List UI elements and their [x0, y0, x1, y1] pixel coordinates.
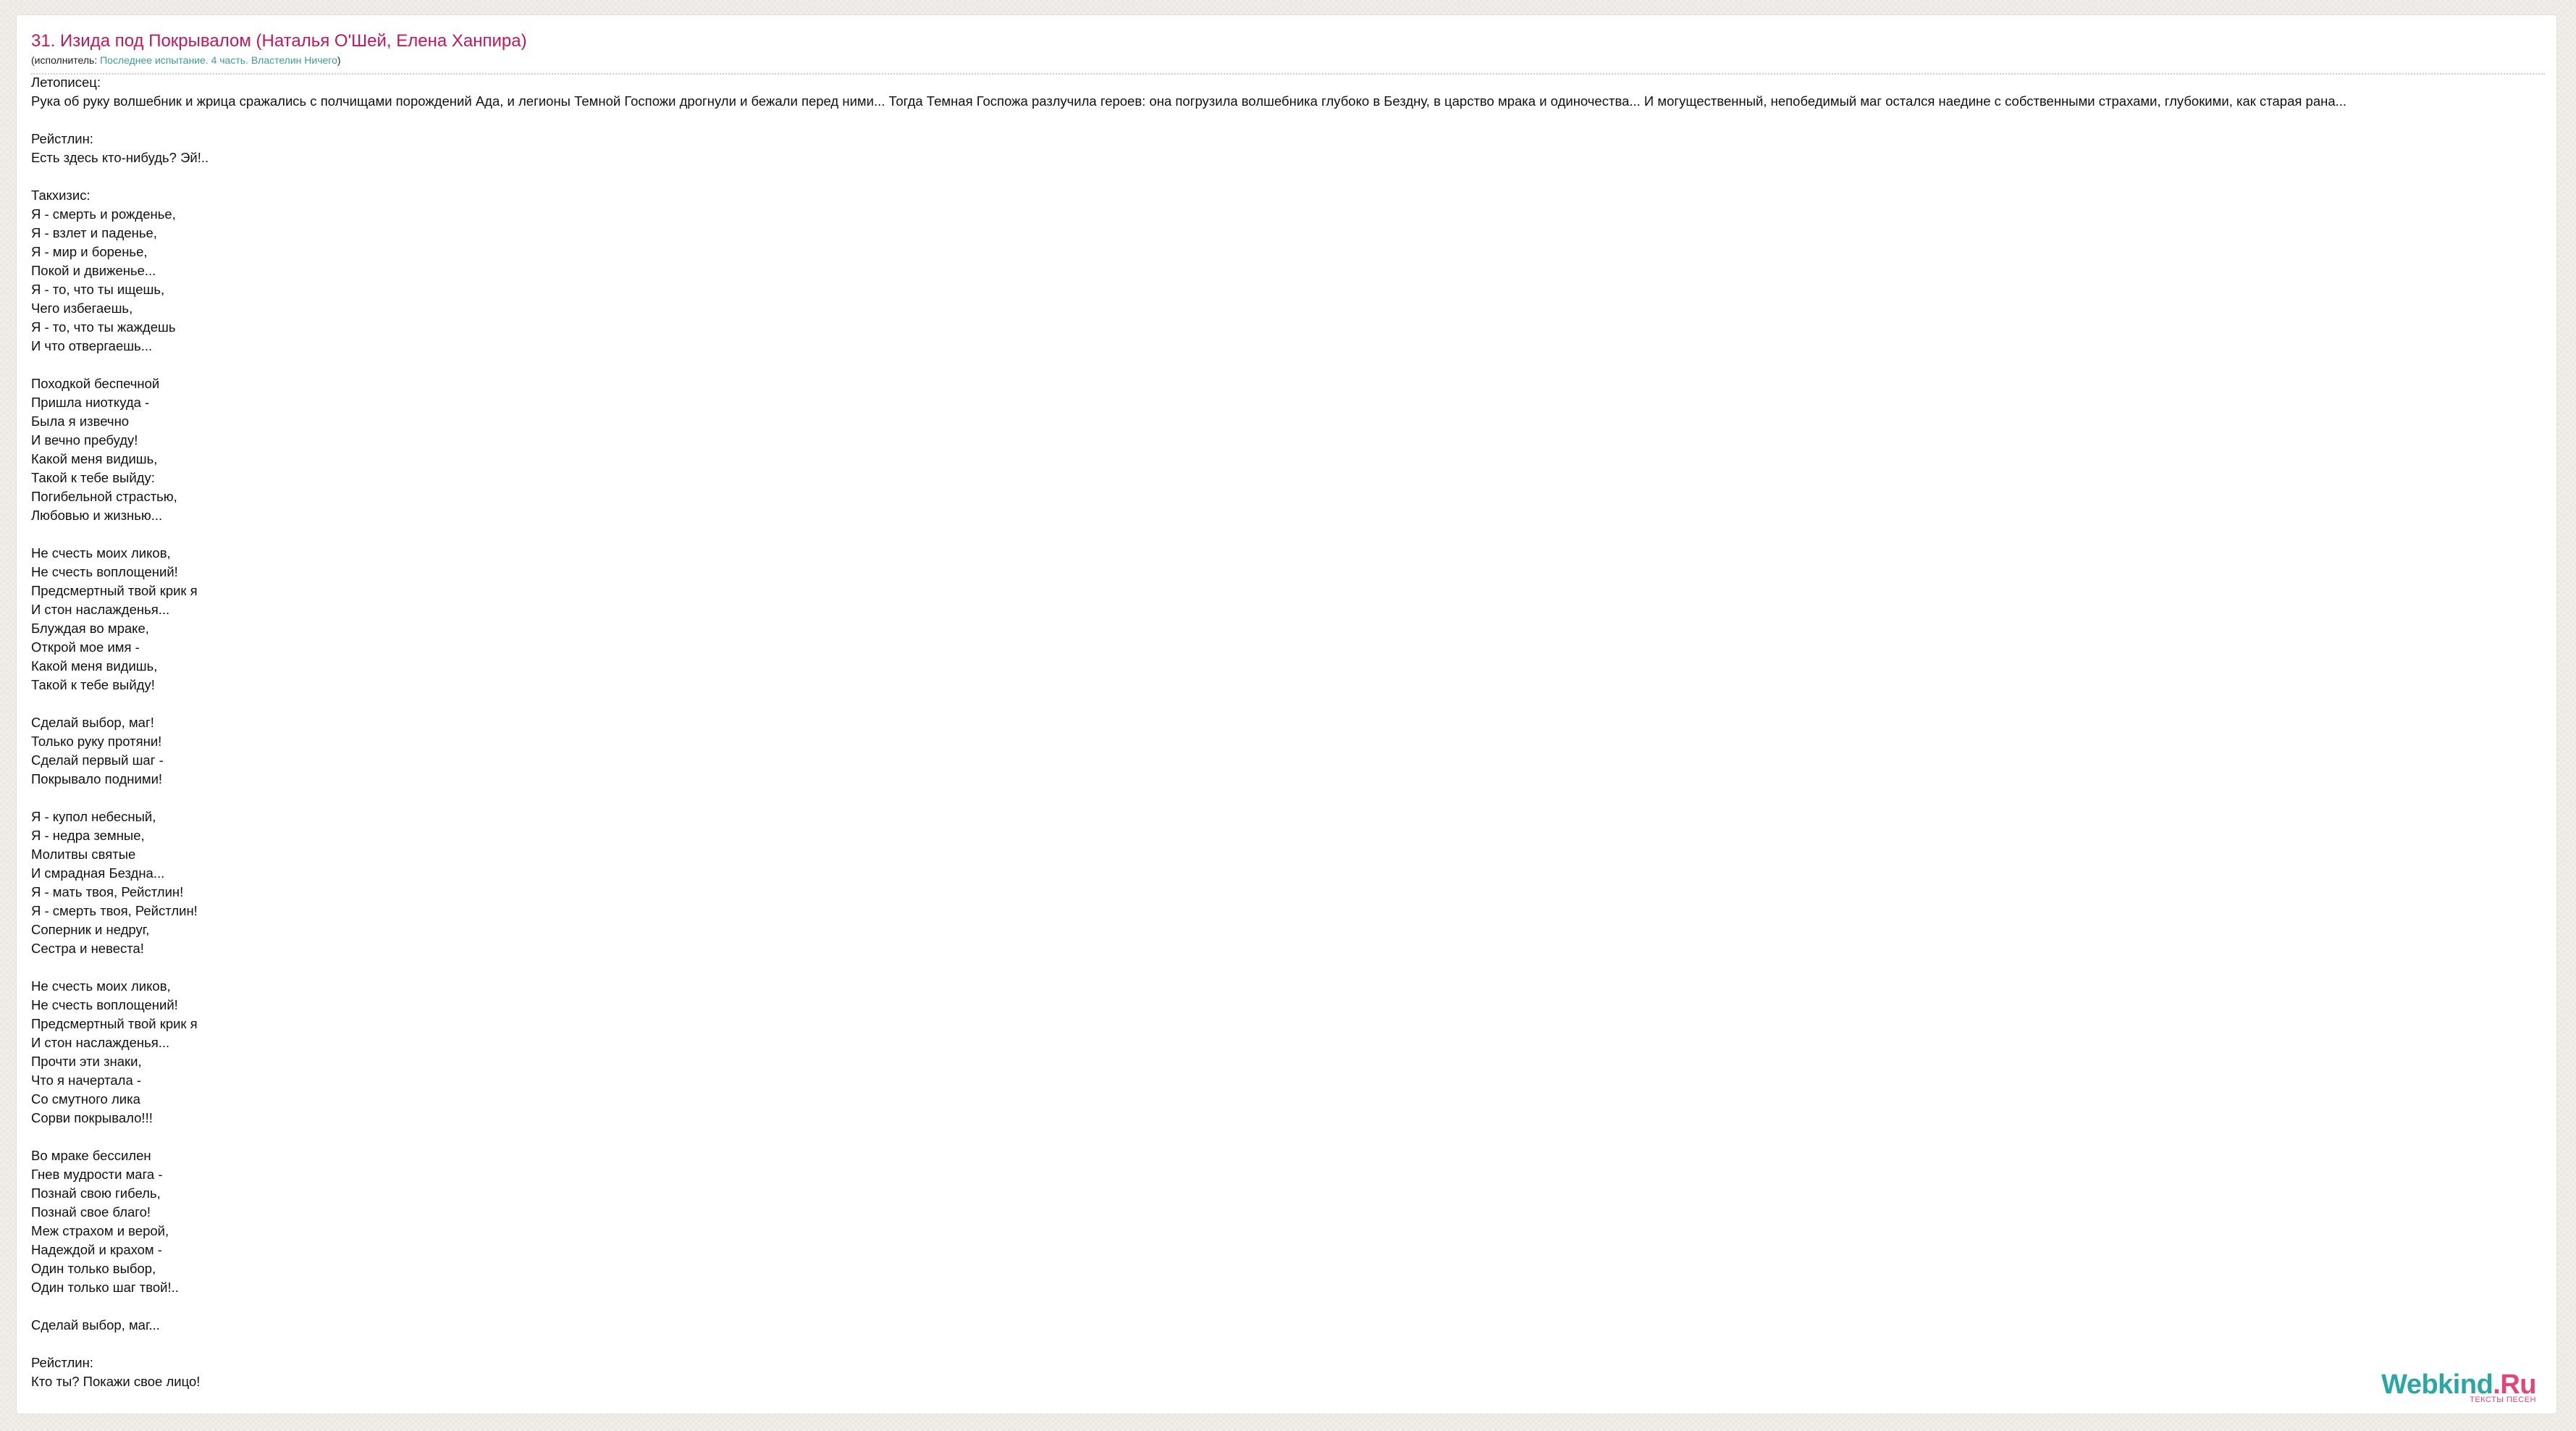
lyrics-line: Пришла ниоткуда - [31, 395, 150, 410]
lyrics-line: Я - смерть твоя, Рейстлин! [31, 903, 198, 918]
lyrics-line: Блуждая во мраке, [31, 621, 149, 636]
lyrics-line: Я - взлет и паденье, [31, 225, 157, 240]
lyrics-line: Один только выбор, [31, 1261, 156, 1276]
lyrics-line: Походкой беспечной [31, 376, 160, 391]
lyrics-line: Соперник и недруг, [31, 922, 150, 937]
logo-wordmark: Webkind.Ru [2381, 1370, 2536, 1399]
lyrics-line: Молитвы святые [31, 847, 136, 862]
lyrics-line: Рейстлин: [31, 1355, 93, 1370]
lyrics-line [31, 356, 2543, 374]
lyrics-line: Погибельной страстью, [31, 489, 177, 504]
performer-link[interactable]: Последнее испытание. 4 часть. Властелин … [100, 54, 337, 66]
lyrics-line: Рейстлин: [31, 131, 93, 146]
lyrics-line: Такой к тебе выйду: [31, 470, 155, 485]
lyrics-line: Такхизис: [31, 188, 91, 203]
lyrics-line: И смрадная Бездна... [31, 865, 165, 881]
performer-suffix: ) [337, 54, 341, 66]
lyrics-line: Во мраке бессилен [31, 1148, 151, 1163]
lyrics-line: Предсмертный твой крик я [31, 583, 198, 598]
lyrics-line: И стон наслажденья... [31, 1035, 170, 1050]
lyrics-line: Сорви покрывало!!! [31, 1110, 153, 1125]
lyrics-line: Я - купол небесный, [31, 809, 156, 824]
lyrics-line: Такой к тебе выйду! [31, 677, 155, 692]
lyrics-line: Сделай первый шаг - [31, 752, 164, 768]
lyrics-line: Я - то, что ты жаждешь [31, 319, 176, 335]
lyrics-line: Надеждой и крахом - [31, 1242, 162, 1257]
lyrics-line: Не счесть воплощений! [31, 564, 178, 579]
lyrics-line: Не счесть моих ликов, [31, 545, 171, 561]
content-card: 31. Изида под Покрывалом (Наталья О'Шей,… [16, 14, 2557, 1414]
lyrics-line: Была я извечно [31, 414, 130, 429]
lyrics-line: Покрывало подними! [31, 771, 163, 786]
song-title: 31. Изида под Покрывалом (Наталья О'Шей,… [31, 31, 527, 51]
lyrics-line: Прочти эти знаки, [31, 1054, 142, 1069]
lyrics-line: Я - недра земные, [31, 828, 145, 843]
lyrics-line: Есть здесь кто-нибудь? Эй!.. [31, 150, 209, 165]
lyrics-line [31, 1128, 2543, 1146]
lyrics-line: Не счесть моих ликов, [31, 978, 171, 994]
lyrics-line: Я - смерть и рожденье, [31, 206, 176, 222]
lyrics-line [31, 789, 2543, 807]
lyrics-line [31, 958, 2543, 977]
song-header: 31. Изида под Покрывалом (Наталья О'Шей,… [31, 30, 2545, 75]
lyrics-line: Меж страхом и верой, [31, 1223, 169, 1238]
lyrics-line: Познай свою гибель, [31, 1185, 161, 1201]
lyrics-line: Сделай выбор, маг! [31, 715, 154, 730]
lyrics-line: Какой меня видишь, [31, 658, 158, 673]
lyrics-text: Летописец: Рука об руку волшебник и жрица… [31, 73, 2543, 1391]
lyrics-line: Кто ты? Покажи свое лицо! [31, 1374, 201, 1389]
performer-line: (исполнитель: Последнее испытание. 4 час… [31, 53, 2545, 67]
lyrics-line [31, 167, 2543, 186]
lyrics-line: Что я начертала - [31, 1073, 142, 1088]
webkind-logo[interactable]: Webkind.Ru ТЕКСТЫ ПЕСЕН [2381, 1370, 2536, 1404]
lyrics-line [31, 694, 2543, 713]
lyrics-line: Я - мать твоя, Рейстлин! [31, 884, 184, 899]
lyrics-line: Рука об руку волшебник и жрица сражались… [31, 93, 2347, 109]
lyrics-line: Чего избегаешь, [31, 301, 133, 316]
lyrics-line: Открой мое имя - [31, 639, 140, 655]
performer-prefix: (исполнитель: [31, 54, 101, 66]
lyrics-line: Сестра и невеста! [31, 941, 144, 956]
lyrics-line: И стон наслажденья... [31, 602, 170, 617]
lyrics-line: Один только шаг твой!.. [31, 1280, 179, 1295]
lyrics-line [31, 525, 2543, 544]
lyrics-line: Летописец: [31, 75, 101, 90]
lyrics-line [31, 111, 2543, 130]
lyrics-line: Гнев мудрости мага - [31, 1167, 163, 1182]
lyrics-line: Познай свое благо! [31, 1204, 151, 1220]
lyrics-line: Со смутного лика [31, 1091, 140, 1107]
lyrics-line: Сделай выбор, маг... [31, 1317, 160, 1333]
lyrics-line [31, 1297, 2543, 1316]
lyrics-line: Я - мир и боренье, [31, 244, 148, 259]
lyrics-line: Я - то, что ты ищешь, [31, 282, 165, 297]
lyrics-line: И вечно пребуду! [31, 432, 138, 448]
lyrics-line: Предсмертный твой крик я [31, 1016, 198, 1031]
lyrics-line: Какой меня видишь, [31, 451, 158, 466]
lyrics-line: Любовью и жизнью... [31, 508, 163, 523]
lyrics-line [31, 1335, 2543, 1354]
lyrics-line: Не счесть воплощений! [31, 997, 178, 1012]
lyrics-line: Только руку протяни! [31, 734, 162, 749]
lyrics-line: И что отвергаешь... [31, 338, 153, 353]
lyrics-line: Покой и движенье... [31, 263, 156, 278]
